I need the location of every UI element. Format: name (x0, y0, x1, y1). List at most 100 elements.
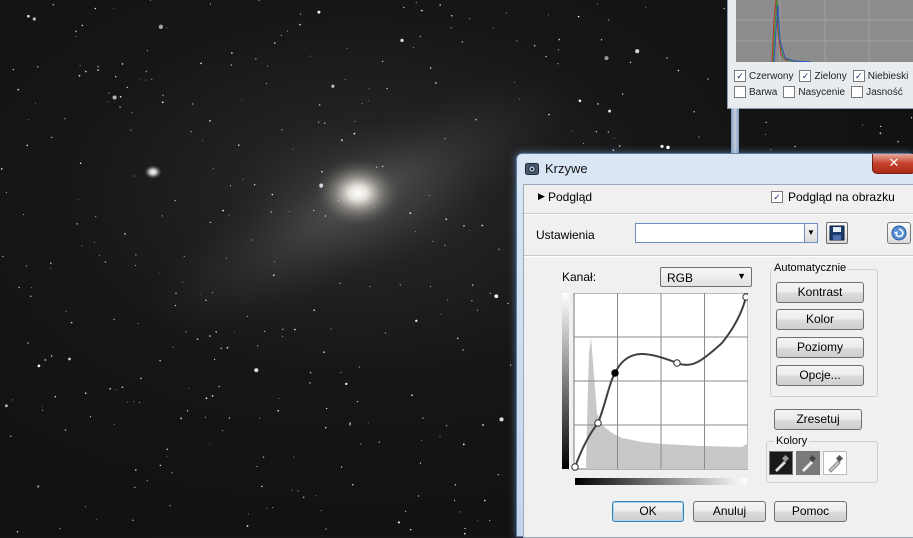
window-edge-glow (731, 108, 739, 158)
star (291, 489, 293, 491)
options-button[interactable]: Opcje... (776, 365, 864, 386)
histogram-channel-czerwony[interactable]: ✓ Czerwony (734, 70, 793, 82)
channel-select-value: RGB (667, 271, 694, 285)
star (415, 2, 417, 4)
ok-button[interactable]: OK (612, 501, 684, 522)
star (608, 109, 612, 113)
channel-select[interactable]: RGB ▼ (660, 267, 752, 287)
histogram-channel-zielony[interactable]: ✓ Zielony (799, 70, 847, 82)
preview-on-image-checkbox[interactable]: ✓ (771, 191, 783, 203)
checkbox[interactable]: ✓ (734, 70, 746, 82)
star (420, 9, 423, 12)
star (75, 30, 77, 33)
star (476, 309, 478, 311)
histogram-channel-niebieski[interactable]: ✓ Niebieski (852, 70, 908, 82)
star (162, 94, 164, 96)
star (262, 456, 265, 458)
star (444, 244, 446, 247)
save-settings-button[interactable] (826, 222, 848, 244)
star (349, 422, 351, 424)
star (514, 82, 515, 83)
star (445, 218, 448, 221)
star (30, 295, 32, 297)
star (419, 462, 422, 464)
star (247, 513, 249, 515)
curves-app-icon (525, 163, 539, 175)
checkbox-label: Nasycenie (798, 86, 846, 98)
white-point-eyedropper-icon[interactable] (823, 451, 847, 475)
star (89, 416, 92, 418)
star (764, 133, 767, 136)
star (519, 98, 521, 100)
star (192, 103, 194, 105)
star (434, 82, 437, 84)
star (453, 499, 456, 502)
star (369, 286, 371, 288)
histogram-channel-jasność[interactable]: Jasność (851, 86, 903, 98)
star (707, 78, 709, 80)
star (175, 292, 177, 295)
title-bar[interactable]: Krzywe ✕ (517, 154, 913, 182)
chevron-down-icon[interactable]: ▼ (804, 223, 818, 243)
star (202, 140, 204, 142)
checkbox[interactable] (783, 86, 796, 98)
star (548, 14, 549, 16)
star (78, 199, 79, 201)
star (27, 342, 29, 344)
star (320, 510, 322, 512)
star (419, 35, 421, 38)
star (450, 27, 452, 29)
star (211, 395, 214, 397)
histogram-channel-nasycenie[interactable]: Nasycenie (783, 86, 845, 98)
checkbox[interactable]: ✓ (852, 70, 865, 82)
star (439, 436, 441, 438)
star (770, 148, 772, 150)
star (135, 469, 137, 471)
restore-defaults-button[interactable] (887, 222, 911, 244)
star (79, 64, 81, 66)
star (209, 221, 211, 224)
star (22, 214, 24, 216)
settings-combobox[interactable] (635, 223, 805, 243)
star (2, 255, 4, 258)
cancel-button[interactable]: Anuluj (693, 501, 766, 522)
star (84, 506, 86, 508)
color-button[interactable]: Kolor (776, 309, 864, 330)
star (324, 426, 327, 429)
checkbox[interactable]: ✓ (799, 70, 812, 82)
contrast-button[interactable]: Kontrast (776, 282, 864, 303)
star (313, 209, 315, 212)
star (660, 144, 664, 148)
star (693, 110, 695, 113)
star (209, 335, 211, 337)
star (95, 216, 97, 218)
preview-on-image-label[interactable]: Podgląd na obrazku (788, 190, 895, 204)
histogram-channel-barwa[interactable]: Barwa (734, 86, 777, 98)
black-point-eyedropper-icon[interactable] (769, 451, 793, 475)
curve-point-selected (611, 369, 619, 377)
checkbox[interactable] (851, 86, 864, 98)
close-button[interactable]: ✕ (872, 154, 913, 174)
triangle-right-icon[interactable]: ▶ (538, 191, 545, 202)
gray-point-eyedropper-icon[interactable] (796, 451, 820, 475)
curves-editor[interactable] (562, 293, 748, 485)
star (158, 24, 164, 29)
satellite-galaxy (144, 165, 162, 179)
star (99, 255, 100, 257)
star (251, 239, 253, 241)
star (146, 50, 148, 52)
star (351, 483, 354, 486)
preview-expander-label[interactable]: Podgląd (548, 190, 592, 204)
star (358, 366, 360, 368)
levels-button[interactable]: Poziomy (776, 337, 864, 358)
checkbox[interactable] (734, 86, 746, 98)
star (27, 14, 30, 18)
reset-button[interactable]: Zresetuj (774, 409, 862, 430)
star (16, 530, 19, 533)
help-button[interactable]: Pomoc (774, 501, 847, 522)
star (464, 527, 466, 530)
star (417, 495, 420, 497)
star (429, 67, 432, 69)
star (97, 69, 99, 71)
star (17, 88, 20, 91)
